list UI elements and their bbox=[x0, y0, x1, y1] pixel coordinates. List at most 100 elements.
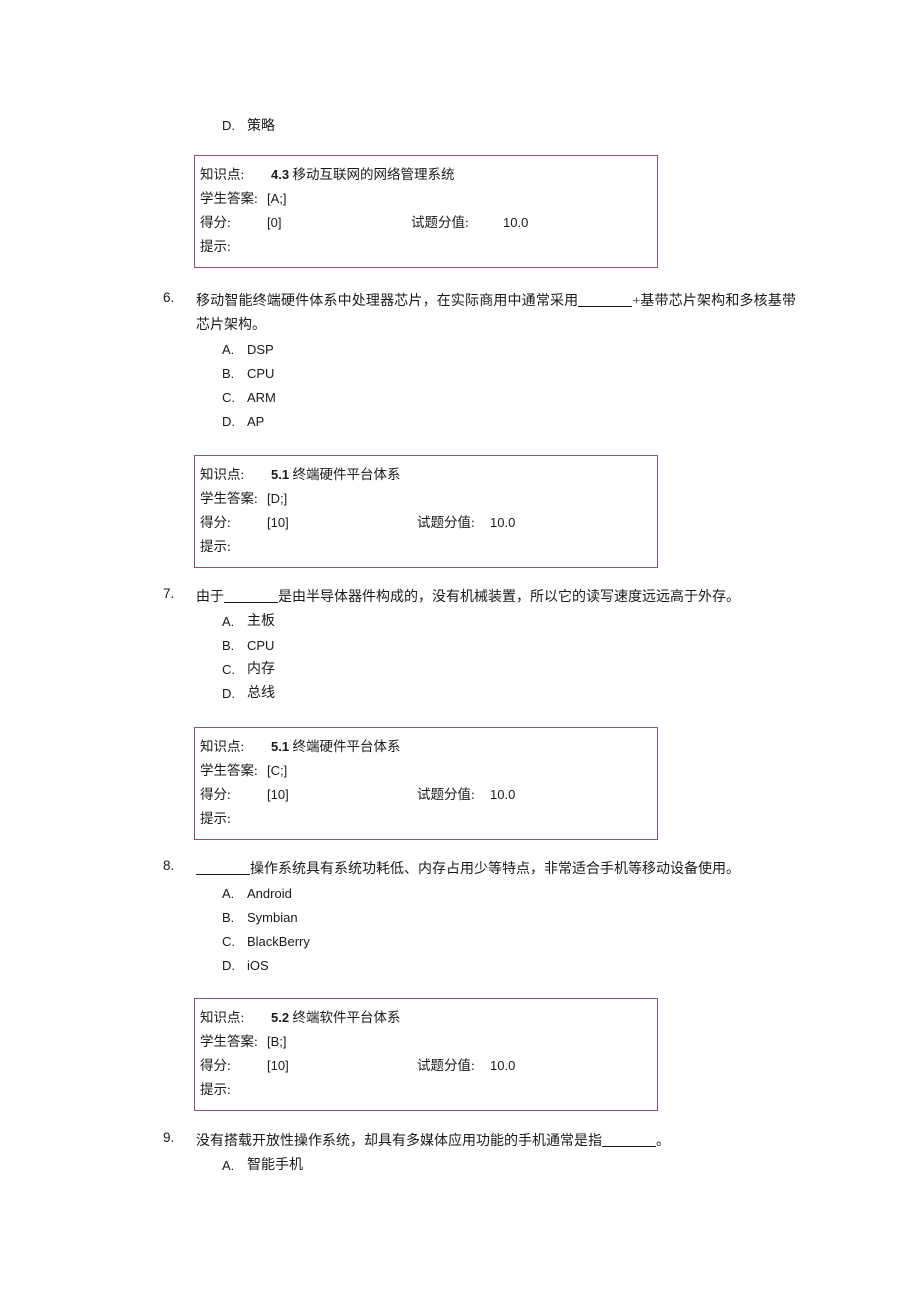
option-item[interactable]: A. Android bbox=[0, 882, 920, 906]
student-answer-row: 学生答案: [A;] bbox=[195, 187, 657, 211]
answer-box-q6: 知识点: 5.1 终端硬件平台体系 学生答案: [D;] 得分: [10] 试题… bbox=[194, 455, 658, 568]
option-letter: C. bbox=[222, 662, 235, 677]
question-8-options: A. Android B. Symbian C. BlackBerry D. i… bbox=[0, 882, 920, 978]
question-number: 7. bbox=[163, 586, 175, 601]
option-letter: A. bbox=[222, 886, 235, 901]
option-letter: D. bbox=[222, 118, 235, 133]
student-answer-value: [A;] bbox=[267, 191, 287, 206]
score-value: [10] bbox=[267, 1058, 289, 1073]
score-row: 得分: [10] 试题分值: 10.0 bbox=[195, 783, 657, 807]
option-letter: D. bbox=[222, 686, 235, 701]
question-value-label: 试题分值: bbox=[417, 1058, 475, 1073]
knowledge-point-number: 5.2 bbox=[271, 1010, 290, 1025]
question-9-options: A. 智能手机 bbox=[0, 1154, 920, 1178]
knowledge-point-text: 终端软件平台体系 bbox=[292, 1010, 401, 1025]
score-row: 得分: [10] 试题分值: 10.0 bbox=[195, 1054, 657, 1078]
option-text: 内存 bbox=[247, 662, 275, 677]
hint-label: 提示: bbox=[200, 539, 231, 554]
option-text: CPU bbox=[247, 366, 275, 381]
option-item[interactable]: D. AP bbox=[0, 410, 920, 434]
option-text: ARM bbox=[247, 390, 276, 405]
option-text: BlackBerry bbox=[247, 934, 310, 949]
option-item[interactable]: C. 内存 bbox=[0, 658, 920, 682]
option-item[interactable]: A. 主板 bbox=[0, 610, 920, 634]
option-text: 智能手机 bbox=[247, 1158, 303, 1173]
student-answer-label: 学生答案: bbox=[200, 1034, 258, 1049]
question-value-value: 10.0 bbox=[490, 1058, 516, 1073]
option-item[interactable]: B. CPU bbox=[0, 634, 920, 658]
option-letter: D. bbox=[222, 414, 235, 429]
hint-label: 提示: bbox=[200, 811, 231, 826]
student-answer-row: 学生答案: [C;] bbox=[195, 759, 657, 783]
student-answer-row: 学生答案: [B;] bbox=[195, 1030, 657, 1054]
fill-in-blank bbox=[196, 860, 250, 875]
score-label: 得分: bbox=[200, 515, 231, 530]
option-letter: C. bbox=[222, 934, 235, 949]
knowledge-point-text: 终端硬件平台体系 bbox=[292, 467, 401, 482]
option-text: DSP bbox=[247, 342, 274, 357]
option-text: AP bbox=[247, 414, 265, 429]
knowledge-point-number: 4.3 bbox=[271, 167, 290, 182]
score-label: 得分: bbox=[200, 1058, 231, 1073]
option-text: Android bbox=[247, 886, 292, 901]
option-letter: A. bbox=[222, 342, 235, 357]
knowledge-point-row: 知识点: 5.2 终端软件平台体系 bbox=[195, 1006, 657, 1030]
score-row: 得分: [0] 试题分值: 10.0 bbox=[195, 211, 657, 235]
option-item[interactable]: B. Symbian bbox=[0, 906, 920, 930]
option-item[interactable]: A. 智能手机 bbox=[0, 1154, 920, 1178]
question-value-value: 10.0 bbox=[490, 787, 516, 802]
question-value-label: 试题分值: bbox=[417, 787, 475, 802]
student-answer-value: [B;] bbox=[267, 1034, 287, 1049]
option-letter: C. bbox=[222, 390, 235, 405]
option-item[interactable]: B. CPU bbox=[0, 362, 920, 386]
question-number: 6. bbox=[163, 290, 175, 305]
knowledge-point-row: 知识点: 5.1 终端硬件平台体系 bbox=[195, 735, 657, 759]
option-text: 总线 bbox=[247, 686, 275, 701]
knowledge-point-text: 移动互联网的网络管理系统 bbox=[292, 167, 455, 182]
document-page: D. 策略 知识点: 4.3 移动互联网的网络管理系统 学生答案: [A;] 得分… bbox=[0, 0, 920, 1302]
question-value-value: 10.0 bbox=[503, 215, 529, 230]
hint-label: 提示: bbox=[200, 1082, 231, 1097]
orphan-option-d: D. 策略 bbox=[222, 116, 692, 137]
option-letter: B. bbox=[222, 366, 235, 381]
question-text: 没有搭载开放性操作系统，却具有多媒体应用功能的手机通常是指 。 bbox=[196, 1132, 670, 1149]
question-value-label: 试题分值: bbox=[411, 215, 469, 230]
option-item[interactable]: C. BlackBerry bbox=[0, 930, 920, 954]
knowledge-point-number: 5.1 bbox=[271, 739, 290, 754]
knowledge-point-label: 知识点: bbox=[200, 739, 245, 754]
option-text: 主板 bbox=[247, 614, 275, 629]
option-text: CPU bbox=[247, 638, 275, 653]
knowledge-point-number: 5.1 bbox=[271, 467, 290, 482]
answer-box-q8: 知识点: 5.2 终端软件平台体系 学生答案: [B;] 得分: [10] 试题… bbox=[194, 998, 658, 1111]
option-item[interactable]: C. ARM bbox=[0, 386, 920, 410]
option-item[interactable]: D. 总线 bbox=[0, 682, 920, 706]
fill-in-blank bbox=[224, 588, 278, 603]
answer-box-q5: 知识点: 4.3 移动互联网的网络管理系统 学生答案: [A;] 得分: [0]… bbox=[194, 155, 658, 268]
question-number: 9. bbox=[163, 1130, 175, 1145]
knowledge-point-row: 知识点: 5.1 终端硬件平台体系 bbox=[195, 463, 657, 487]
knowledge-point-row: 知识点: 4.3 移动互联网的网络管理系统 bbox=[195, 163, 657, 187]
hint-row: 提示: bbox=[195, 535, 657, 559]
option-item[interactable]: A. DSP bbox=[0, 338, 920, 362]
question-value-label: 试题分值: bbox=[417, 515, 475, 530]
knowledge-point-label: 知识点: bbox=[200, 467, 245, 482]
score-value: [10] bbox=[267, 515, 289, 530]
question-text: 操作系统具有系统功耗低、内存占用少等特点，非常适合手机等移动设备使用。 bbox=[196, 858, 796, 882]
option-letter: A. bbox=[222, 1158, 235, 1173]
knowledge-point-label: 知识点: bbox=[200, 167, 245, 182]
question-text: 移动智能终端硬件体系中处理器芯片，在实际商用中通常采用 +基带芯片架构和多核基带… bbox=[196, 292, 796, 333]
knowledge-point-label: 知识点: bbox=[200, 1010, 245, 1025]
question-7-options: A. 主板 B. CPU C. 内存 D. 总线 bbox=[0, 610, 920, 706]
knowledge-point-value: 4.3 移动互联网的网络管理系统 bbox=[271, 163, 454, 187]
fill-in-blank bbox=[602, 1132, 656, 1147]
option-letter: B. bbox=[222, 910, 235, 925]
fill-in-blank bbox=[578, 292, 633, 307]
option-text: iOS bbox=[247, 958, 269, 973]
question-number: 8. bbox=[163, 858, 175, 873]
knowledge-point-value: 5.1 终端硬件平台体系 bbox=[271, 463, 400, 487]
student-answer-label: 学生答案: bbox=[200, 191, 258, 206]
option-item[interactable]: D. iOS bbox=[0, 954, 920, 978]
option-text: Symbian bbox=[247, 910, 298, 925]
hint-label: 提示: bbox=[200, 239, 231, 254]
knowledge-point-value: 5.1 终端硬件平台体系 bbox=[271, 735, 400, 759]
